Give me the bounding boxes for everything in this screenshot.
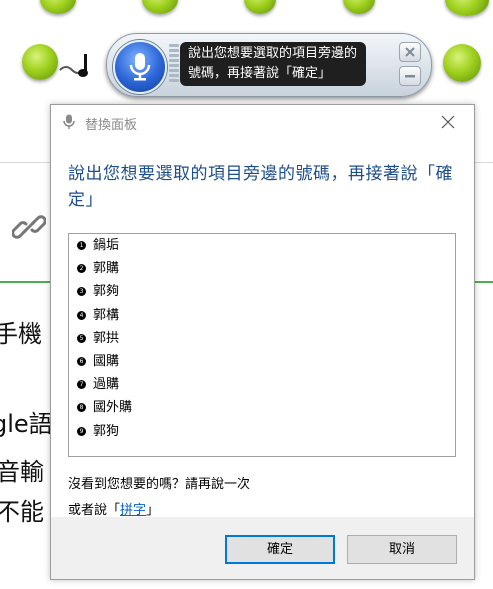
microphone-icon (63, 114, 75, 129)
dialog-title: 替換面板 (85, 118, 138, 133)
or-say-text: 或者說「拼字」 (68, 499, 159, 518)
spell-link[interactable]: 拼字 (120, 503, 146, 518)
number-badge: 3 (77, 287, 86, 297)
audio-level-meter (169, 44, 179, 86)
number-badge: 8 (77, 403, 86, 413)
list-item[interactable]: 1 鍋垢 (69, 234, 455, 257)
list-item[interactable]: 2 郭購 (69, 257, 455, 280)
number-badge: 6 (77, 356, 86, 366)
list-item-label: 國購 (93, 353, 120, 369)
list-item-label: 鍋垢 (93, 238, 120, 253)
list-item-label: 郭構 (93, 307, 120, 323)
speech-recognition-bar[interactable]: 說出您想要選取的項目旁邊的號碼，再接著說「確定」 (106, 33, 432, 97)
speech-close-button[interactable] (399, 42, 421, 62)
cancel-button[interactable]: 取消 (347, 535, 457, 564)
alternates-list[interactable]: 1 鍋垢 2 郭購 3 郭夠 4 郭構 5 郭拱 6 國購 7 過購 8 國外購… (68, 233, 456, 457)
emoticon-icon[interactable] (40, 0, 76, 14)
devil-emoticon-icon[interactable] (443, 44, 481, 82)
ok-button[interactable]: 確定 (225, 535, 335, 564)
list-item-label: 郭拱 (93, 330, 120, 346)
number-badge: 5 (77, 333, 86, 343)
dialog-content: 說出您想要選取的項目旁邊的號碼，再接著說「確定」 1 鍋垢 2 郭購 3 郭夠 … (51, 139, 474, 518)
list-item[interactable]: 5 郭拱 (69, 327, 455, 350)
list-item[interactable]: 8 國外購 (69, 396, 455, 419)
close-icon (405, 47, 415, 57)
emoticon-icon[interactable] (343, 0, 375, 14)
background-text: 不能 (0, 498, 44, 526)
background-text: 手機 (0, 320, 42, 348)
minimize-icon (405, 75, 415, 78)
dialog-titlebar[interactable]: 替換面板 (51, 105, 474, 139)
background-text: 音輸 (0, 458, 44, 486)
or-say-prefix: 或者說「 (68, 503, 121, 518)
number-badge: 9 (77, 426, 86, 436)
cat-emoticon-icon[interactable] (22, 44, 58, 80)
speech-minimize-button[interactable] (399, 66, 421, 86)
number-badge: 4 (77, 310, 86, 320)
list-item[interactable]: 9 郭狗 (69, 420, 455, 443)
list-item-label: 國外購 (93, 400, 133, 416)
number-badge: 1 (77, 241, 86, 250)
list-item-label: 郭購 (93, 261, 120, 277)
emoticon-icon[interactable] (244, 0, 276, 14)
list-item[interactable]: 7 過購 (69, 373, 455, 396)
emoticon-icon[interactable] (445, 0, 489, 16)
background-text: gle語 (0, 410, 53, 438)
list-item-label: 過購 (93, 377, 120, 393)
link-icon[interactable] (12, 210, 46, 244)
number-badge: 2 (77, 264, 86, 274)
close-icon[interactable] (441, 115, 455, 129)
emoticon-icon[interactable] (142, 0, 178, 14)
microphone-icon (129, 53, 151, 81)
music-note-icon (59, 54, 88, 77)
or-say-suffix: 」 (146, 503, 160, 518)
list-item-label: 郭狗 (93, 423, 120, 439)
list-item[interactable]: 6 國購 (69, 350, 455, 373)
list-item[interactable]: 3 郭夠 (69, 280, 455, 303)
number-badge: 7 (77, 380, 86, 390)
alternates-panel-dialog: 替換面板 說出您想要選取的項目旁邊的號碼，再接著說「確定」 1 鍋垢 2 郭購 … (50, 104, 475, 580)
microphone-button[interactable] (113, 40, 167, 94)
instruction-text: 說出您想要選取的項目旁邊的號碼，再接著說「確定」 (68, 164, 453, 210)
list-item[interactable]: 4 郭構 (69, 304, 455, 327)
list-item-label: 郭夠 (93, 284, 120, 300)
not-found-text: 沒看到您想要的嗎？請再說一次 (68, 477, 251, 492)
speech-message: 說出您想要選取的項目旁邊的號碼，再接著說「確定」 (180, 42, 366, 86)
